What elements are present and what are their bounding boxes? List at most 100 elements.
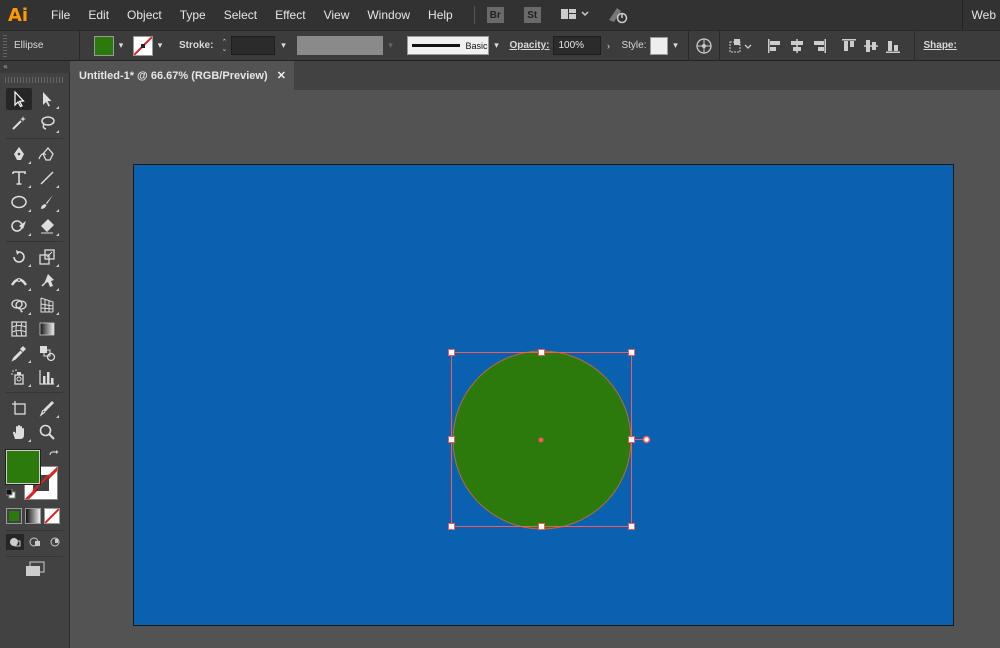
handle-bottom-center[interactable] bbox=[538, 523, 545, 530]
tools-divider bbox=[6, 138, 63, 139]
tools-divider bbox=[6, 530, 63, 531]
fill-swatch[interactable] bbox=[94, 35, 114, 56]
pie-widget-handle[interactable] bbox=[642, 435, 651, 444]
handle-top-center[interactable] bbox=[538, 349, 545, 356]
menu-effect[interactable]: Effect bbox=[266, 8, 314, 22]
opacity-arrow-icon[interactable]: › bbox=[601, 36, 615, 55]
handle-bottom-left[interactable] bbox=[448, 523, 455, 530]
brush-definition[interactable]: Basic bbox=[407, 36, 490, 55]
rotate-tool[interactable] bbox=[6, 246, 32, 268]
gradient-button[interactable] bbox=[25, 508, 41, 524]
shape-label[interactable]: Shape: bbox=[915, 40, 956, 51]
type-tool[interactable] bbox=[6, 167, 32, 189]
handle-bottom-right[interactable] bbox=[628, 523, 635, 530]
menu-type[interactable]: Type bbox=[171, 8, 215, 22]
stroke-swatch[interactable] bbox=[133, 35, 153, 56]
selection-center-point[interactable] bbox=[538, 437, 544, 443]
tools-panel-collapse[interactable]: « bbox=[0, 61, 70, 73]
blend-tool[interactable] bbox=[34, 342, 60, 364]
fill-dropdown-icon[interactable]: ▾ bbox=[114, 36, 128, 55]
stroke-dropdown-icon[interactable]: ▾ bbox=[153, 36, 167, 55]
gradient-tool[interactable] bbox=[34, 318, 60, 340]
puppet-warp-tool[interactable] bbox=[34, 270, 60, 292]
bridge-button[interactable]: Br bbox=[486, 7, 504, 23]
menu-object[interactable]: Object bbox=[118, 8, 171, 22]
close-icon[interactable]: ✕ bbox=[277, 69, 286, 82]
paintbrush-tool[interactable] bbox=[34, 191, 60, 213]
workspace-switcher[interactable]: Web bbox=[963, 8, 1000, 22]
menu-view[interactable]: View bbox=[315, 8, 359, 22]
draw-behind-button[interactable] bbox=[26, 534, 44, 550]
selection-tool[interactable] bbox=[6, 88, 32, 110]
align-bottom-icon[interactable] bbox=[882, 36, 904, 56]
artboard-tool[interactable] bbox=[6, 397, 32, 419]
control-divider bbox=[719, 30, 721, 61]
column-graph-tool[interactable] bbox=[34, 366, 60, 388]
align-right-icon[interactable] bbox=[808, 36, 830, 56]
arrange-documents-icon[interactable] bbox=[560, 8, 589, 22]
menu-window[interactable]: Window bbox=[358, 8, 419, 22]
screen-mode-button[interactable] bbox=[24, 560, 46, 578]
swap-fill-stroke-icon[interactable] bbox=[48, 450, 60, 462]
gpu-performance-icon[interactable] bbox=[607, 6, 629, 24]
style-dropdown-icon[interactable]: ▾ bbox=[668, 36, 682, 55]
none-button[interactable] bbox=[44, 508, 60, 524]
ellipse-tool[interactable] bbox=[6, 191, 32, 213]
fill-color-box[interactable] bbox=[6, 450, 40, 484]
brush-dropdown-icon[interactable]: ▾ bbox=[489, 36, 503, 55]
recolor-artwork-icon[interactable] bbox=[693, 36, 715, 56]
zoom-tool[interactable] bbox=[34, 421, 60, 443]
shape-builder-tool[interactable] bbox=[6, 294, 32, 316]
eyedropper-tool[interactable] bbox=[6, 342, 32, 364]
draw-inside-button[interactable] bbox=[46, 534, 64, 550]
stroke-weight-stepper[interactable]: ⌃ ⌄ bbox=[217, 36, 231, 55]
variable-width-profile[interactable] bbox=[297, 36, 384, 55]
document-tab-bar: Untitled-1* @ 66.67% (RGB/Preview) ✕ bbox=[71, 61, 1000, 90]
hand-tool[interactable] bbox=[6, 421, 32, 443]
handle-middle-right[interactable] bbox=[628, 436, 635, 443]
perspective-grid-tool[interactable] bbox=[34, 294, 60, 316]
stock-button[interactable]: St bbox=[523, 7, 541, 23]
width-tool[interactable] bbox=[6, 270, 32, 292]
align-top-icon[interactable] bbox=[838, 36, 860, 56]
menu-bar: Ai File Edit Object Type Select Effect V… bbox=[0, 0, 1000, 30]
app-logo: Ai bbox=[8, 4, 29, 26]
eraser-tool[interactable] bbox=[34, 215, 60, 237]
document-tab[interactable]: Untitled-1* @ 66.67% (RGB/Preview) ✕ bbox=[71, 61, 294, 90]
pen-tool[interactable] bbox=[6, 143, 32, 165]
menu-edit[interactable]: Edit bbox=[79, 8, 118, 22]
opacity-field[interactable]: 100% bbox=[553, 36, 602, 55]
menu-help[interactable]: Help bbox=[419, 8, 462, 22]
default-fill-stroke-icon[interactable] bbox=[5, 488, 16, 499]
handle-top-left[interactable] bbox=[448, 349, 455, 356]
stroke-weight-field[interactable] bbox=[231, 36, 276, 55]
menu-file[interactable]: File bbox=[42, 8, 79, 22]
mesh-tool[interactable] bbox=[6, 318, 32, 340]
scale-tool[interactable] bbox=[34, 246, 60, 268]
tools-divider bbox=[6, 241, 63, 242]
canvas-area[interactable] bbox=[71, 90, 1000, 648]
draw-normal-button[interactable] bbox=[6, 534, 24, 550]
tools-panel-grip[interactable] bbox=[5, 77, 65, 83]
handle-top-right[interactable] bbox=[628, 349, 635, 356]
magic-wand-tool[interactable] bbox=[6, 112, 32, 134]
curvature-tool[interactable] bbox=[34, 143, 60, 165]
align-left-icon[interactable] bbox=[764, 36, 786, 56]
menu-select[interactable]: Select bbox=[215, 8, 266, 22]
color-button[interactable] bbox=[6, 508, 22, 524]
line-segment-tool[interactable] bbox=[34, 167, 60, 189]
variable-width-dropdown-icon[interactable]: ▾ bbox=[383, 36, 397, 55]
align-horizontal-center-icon[interactable] bbox=[786, 36, 808, 56]
direct-selection-tool[interactable] bbox=[34, 88, 60, 110]
lasso-tool[interactable] bbox=[34, 112, 60, 134]
stroke-weight-dropdown-icon[interactable]: ▾ bbox=[275, 36, 291, 55]
handle-middle-left[interactable] bbox=[448, 436, 455, 443]
shaper-tool[interactable] bbox=[6, 215, 32, 237]
graphic-style-swatch[interactable] bbox=[650, 36, 669, 55]
slice-tool[interactable] bbox=[34, 397, 60, 419]
artboard[interactable] bbox=[133, 164, 954, 626]
control-bar: Ellipse ▾ ▾ Stroke: ⌃ ⌄ ▾ ▾ Basic ▾ Opaci… bbox=[0, 30, 1000, 61]
symbol-sprayer-tool[interactable] bbox=[6, 366, 32, 388]
align-to-icon[interactable] bbox=[726, 36, 756, 56]
align-vertical-center-icon[interactable] bbox=[860, 36, 882, 56]
